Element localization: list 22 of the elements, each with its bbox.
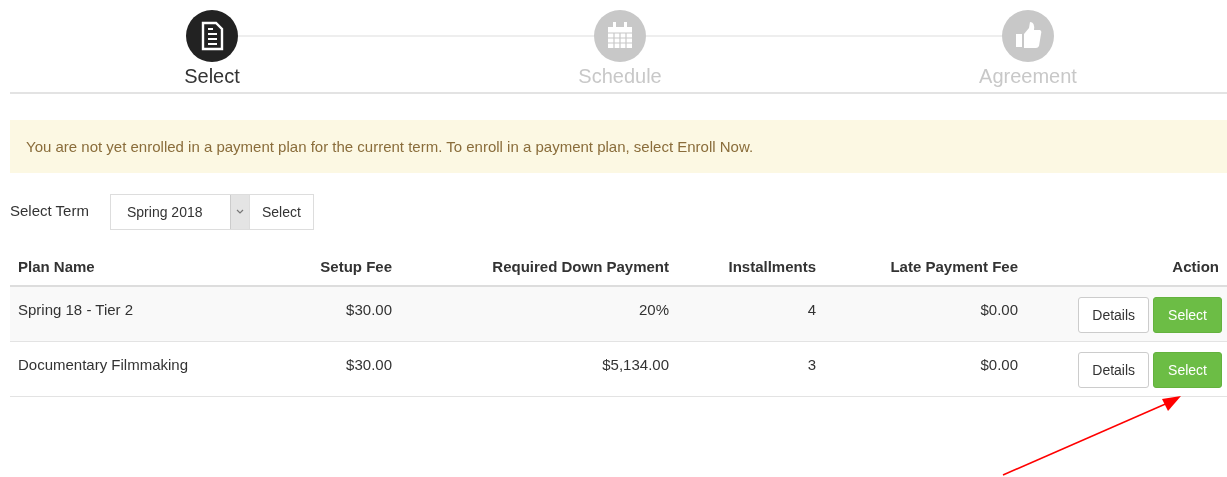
table-cell: Documentary Filmmaking [10,341,260,397]
table-cell: 4 [677,286,824,342]
calendar-icon [607,22,633,49]
details-button[interactable]: Details [1078,352,1150,388]
thumbs-up-icon [1016,22,1042,48]
step-circle[interactable] [186,10,238,62]
select-term-button[interactable]: Select [250,194,314,230]
details-button[interactable]: Details [1078,297,1150,333]
table-cell: $30.00 [260,341,400,397]
table-cell: $0.00 [824,286,1026,342]
document-icon [201,21,224,51]
info-alert: You are not yet enrolled in a payment plan for the current term. To enroll in a payment plan, select Enroll Now. [10,120,1227,173]
table-cell: $30.00 [260,286,400,342]
table-cell: $0.00 [824,341,1026,397]
table-cell: 20% [400,286,677,342]
term-dropdown[interactable]: Spring 2018 [110,194,250,230]
table-cell: 3 [677,341,824,397]
term-label: Select Term [10,201,90,219]
table-cell: Spring 18 - Tier 2 [10,286,260,342]
table-cell: $5,134.00 [400,341,677,397]
caret-icon [236,209,244,215]
step-label: Select [184,65,240,89]
